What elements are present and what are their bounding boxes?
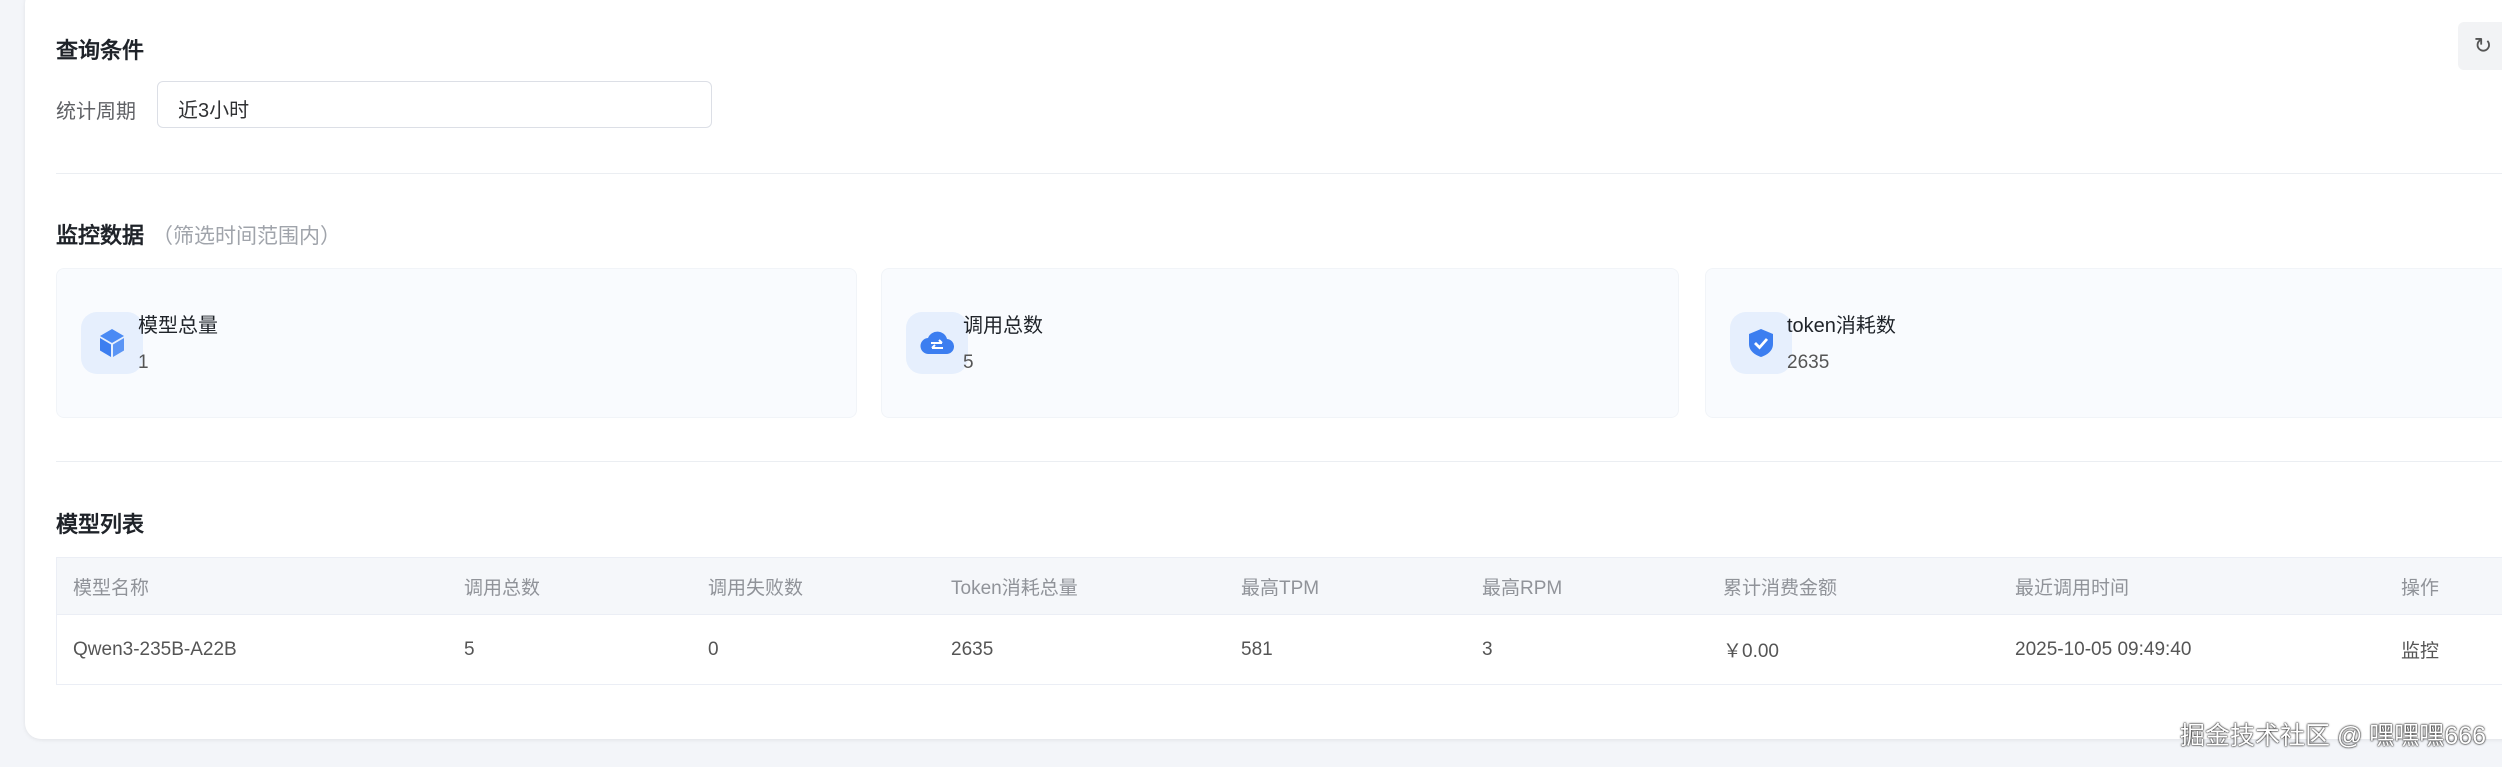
period-label: 统计周期 (56, 101, 136, 123)
cell-cost: ￥0.00 (1723, 641, 1779, 662)
col-header: 累计消费金额 (1723, 577, 1838, 599)
refresh-icon: ↻ (2473, 33, 2493, 58)
cloud-transfer-icon (906, 312, 968, 374)
monitor-subtitle: （筛选时间范围内） (152, 225, 342, 248)
stat-label: 调用总数 (963, 315, 1043, 337)
model-list-title: 模型列表 (56, 512, 145, 537)
stat-label: 模型总量 (138, 315, 218, 337)
cell-rpm: 3 (1482, 638, 1493, 660)
col-header: 调用失败数 (708, 577, 804, 599)
stat-value: 1 (138, 352, 149, 373)
query-title: 查询条件 (56, 38, 145, 63)
period-select[interactable]: 近3小时 (157, 81, 712, 128)
col-header: 最近调用时间 (2015, 577, 2130, 599)
stat-label: token消耗数 (1787, 315, 1896, 337)
stat-value: 5 (963, 352, 974, 373)
cell-last-call: 2025-10-05 09:49:40 (2015, 638, 2192, 660)
col-header: Token消耗总量 (951, 577, 1078, 599)
col-header: 最高RPM (1482, 577, 1563, 599)
cube-icon (81, 312, 143, 374)
table-header: 模型名称 调用总数 调用失败数 Token消耗总量 最高TPM 最高RPM 累计… (57, 558, 2502, 615)
cell-tokens: 2635 (951, 638, 994, 660)
stat-value: 2635 (1787, 352, 1830, 373)
cell-tpm: 581 (1241, 638, 1273, 660)
cell-model-name: Qwen3-235B-A22B (73, 638, 237, 660)
col-header: 模型名称 (73, 577, 150, 599)
cell-failures: 0 (708, 638, 719, 660)
col-header: 调用总数 (464, 577, 541, 599)
divider (56, 173, 2502, 174)
monitor-title: 监控数据 （筛选时间范围内） (56, 218, 341, 250)
table-row: Qwen3-235B-A22B 5 0 2635 581 3 ￥0.00 202… (57, 615, 2502, 684)
shield-check-icon (1730, 312, 1792, 374)
col-header: 操作 (2401, 577, 2440, 599)
stat-card-tokens: token消耗数 2635 (1705, 268, 2502, 418)
stat-card-calls: 调用总数 5 (881, 268, 1679, 418)
monitor-title-text: 监控数据 (56, 223, 145, 248)
refresh-button[interactable]: ↻ (2458, 22, 2502, 70)
model-table: 模型名称 调用总数 调用失败数 Token消耗总量 最高TPM 最高RPM 累计… (56, 557, 2502, 685)
col-header: 最高TPM (1241, 577, 1320, 599)
cell-calls: 5 (464, 638, 475, 660)
watermark: 掘金技术社区 @ 嘿嘿嘿666 (2180, 722, 2486, 750)
stat-card-models: 模型总量 1 (56, 268, 857, 418)
monitor-link[interactable]: 监控 (2401, 615, 2439, 684)
divider (56, 461, 2502, 462)
